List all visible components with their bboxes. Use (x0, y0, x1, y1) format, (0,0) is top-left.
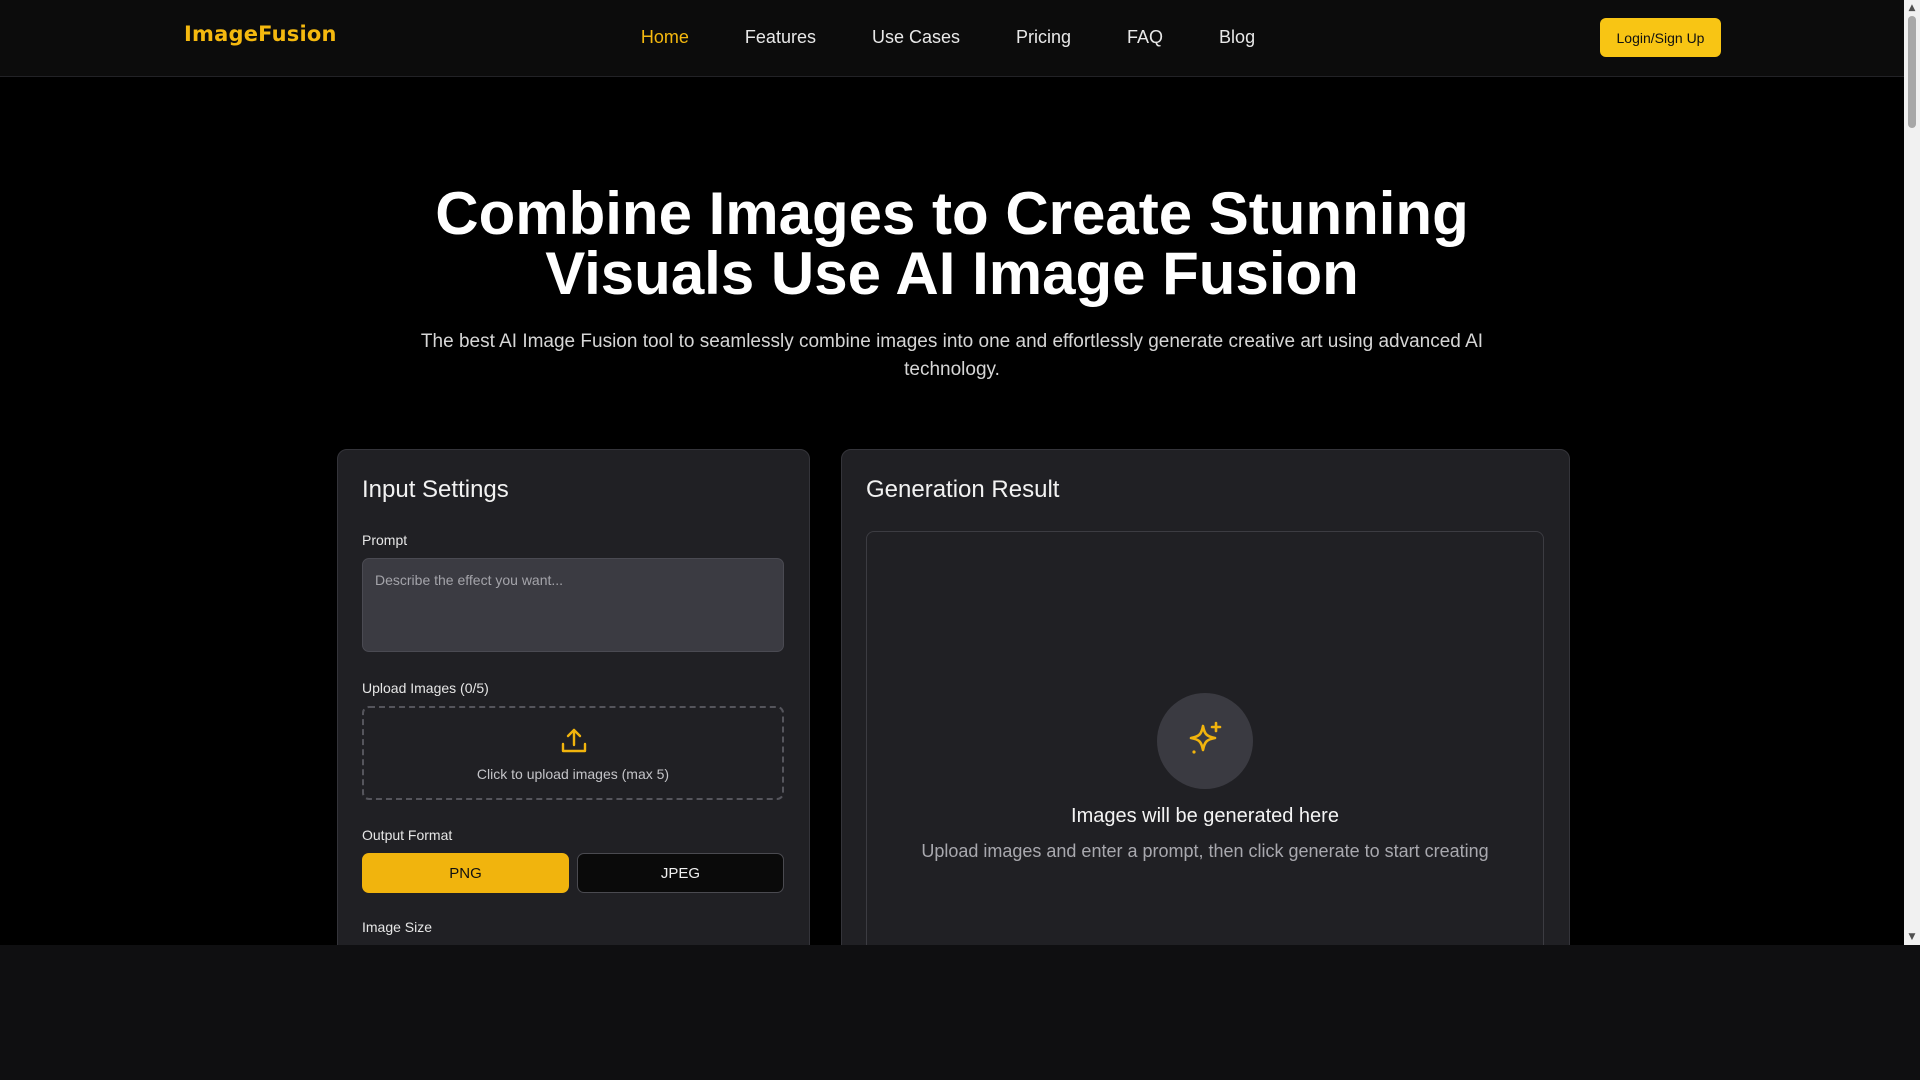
nav-pricing[interactable]: Pricing (1016, 26, 1071, 48)
nav-use-cases[interactable]: Use Cases (872, 26, 960, 48)
nav-faq[interactable]: FAQ (1127, 26, 1163, 48)
hero-title-line-2: Visuals Use AI Image Fusion (545, 240, 1359, 307)
sparkle-badge (1157, 693, 1253, 789)
hero-title: Combine Images to Create Stunning Visual… (0, 184, 1904, 304)
scroll-down-arrow-icon[interactable]: ▼ (1904, 929, 1920, 945)
upload-dropzone[interactable]: Click to upload images (max 5) (362, 706, 784, 800)
upload-icon (561, 728, 587, 753)
nav-home[interactable]: Home (641, 26, 689, 48)
nav-blog[interactable]: Blog (1219, 26, 1255, 48)
input-settings-title: Input Settings (362, 476, 509, 503)
result-placeholder-description: Upload images and enter a prompt, then c… (921, 841, 1489, 861)
below-viewport-area (0, 945, 1920, 1080)
generation-result-card: Generation Result Images will be generat… (841, 449, 1570, 945)
output-format-label: Output Format (362, 827, 453, 843)
hero-title-line-1: Combine Images to Create Stunning (435, 180, 1469, 247)
format-png-button[interactable]: PNG (362, 853, 569, 893)
login-signup-button[interactable]: Login/Sign Up (1600, 18, 1721, 57)
input-settings-card: Input Settings Prompt Upload Images (0/5… (337, 449, 810, 945)
page-scrollbar[interactable]: ▲ ▼ (1904, 0, 1920, 945)
image-size-label: Image Size (362, 919, 433, 935)
nav-features[interactable]: Features (745, 26, 816, 48)
hero-subtitle: The best AI Image Fusion tool to seamles… (420, 331, 1484, 380)
upload-images-label: Upload Images (0/5) (362, 680, 489, 696)
format-jpeg-button[interactable]: JPEG (577, 853, 784, 893)
scrollbar-thumb[interactable] (1908, 16, 1916, 128)
sparkle-icon (1189, 721, 1222, 754)
prompt-label: Prompt (362, 532, 408, 548)
scroll-up-arrow-icon[interactable]: ▲ (1904, 0, 1920, 16)
upload-hint: Click to upload images (max 5) (476, 766, 670, 782)
result-preview-area: Images will be generated here Upload ima… (866, 531, 1544, 945)
prompt-field[interactable] (362, 558, 784, 652)
generation-result-title: Generation Result (866, 476, 1060, 503)
result-placeholder-heading: Images will be generated here (1071, 805, 1339, 827)
site-header: ImageFusion Home Features Use Cases Pric… (0, 0, 1904, 77)
page-viewport: ImageFusion Home Features Use Cases Pric… (0, 0, 1904, 945)
prompt-textarea[interactable] (363, 559, 783, 651)
